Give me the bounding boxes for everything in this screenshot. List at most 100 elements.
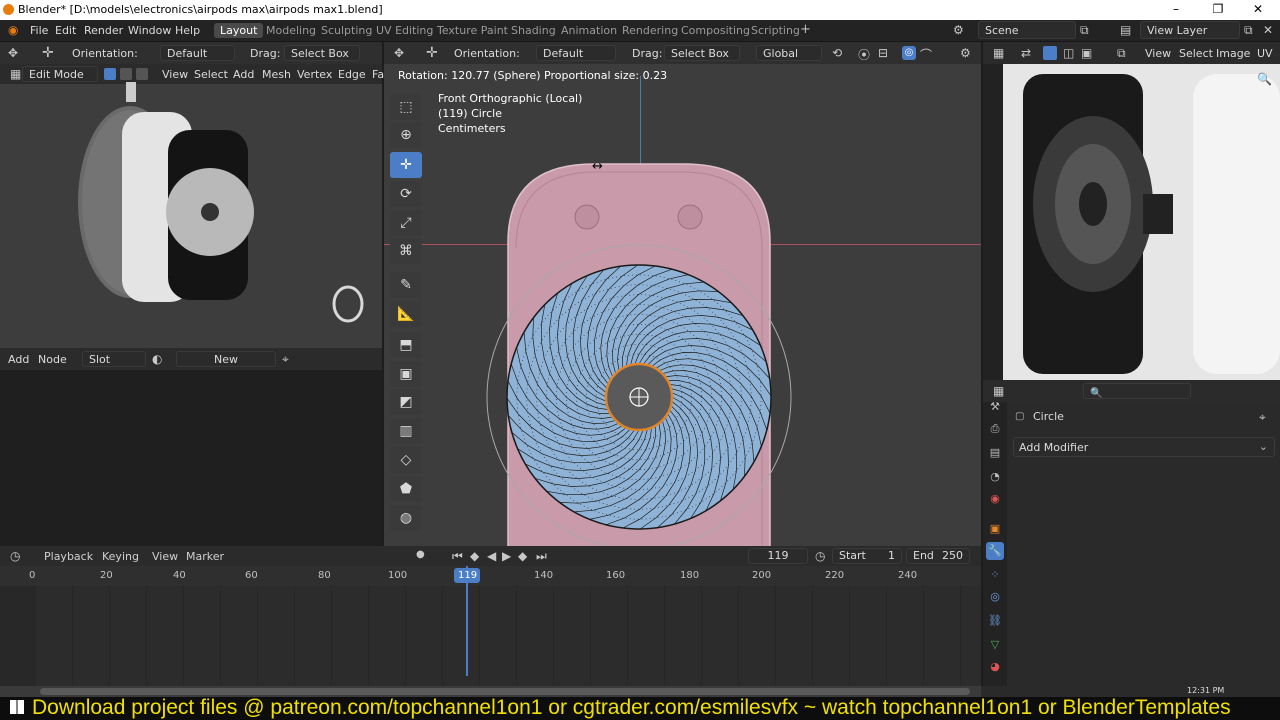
windows-start-icon[interactable] bbox=[10, 700, 24, 714]
move-icon[interactable]: ✛ bbox=[42, 45, 54, 61]
menu-edge[interactable]: Edge bbox=[338, 68, 366, 81]
physics-tab-icon[interactable]: ◎ bbox=[986, 588, 1004, 606]
play-icon[interactable]: ▶ bbox=[502, 549, 511, 563]
timeline-menu-playback[interactable]: Playback bbox=[44, 550, 93, 563]
shader-node-editor[interactable]: Add Node Slot ◐ New ⌖ bbox=[0, 348, 382, 546]
material-tab-icon[interactable]: ◕ bbox=[986, 658, 1004, 676]
orientation-dropdown[interactable]: Default bbox=[160, 45, 235, 61]
image-menu-uv[interactable]: UV bbox=[1257, 47, 1273, 60]
clock-icon[interactable]: ◷ bbox=[10, 549, 20, 563]
pin-icon[interactable]: ⌖ bbox=[282, 352, 289, 367]
scale-tool-button[interactable]: ⤢ bbox=[390, 210, 422, 236]
zoom-icon[interactable]: 🔍 bbox=[1257, 72, 1272, 86]
tab-scripting[interactable]: Scripting bbox=[751, 24, 800, 37]
menu-add[interactable]: Add bbox=[233, 68, 254, 81]
properties-editor[interactable]: ▦ 🔍 ⚒ ⎙ ▤ ◔ ◉ ▣ 🔧 ⁘ ◎ ⛓ ▽ ◕ ▢ Circle ⌖ A… bbox=[983, 380, 1280, 686]
poly-build-tool-button[interactable]: ⬟ bbox=[390, 476, 422, 502]
image-menu-image[interactable]: Image bbox=[1216, 47, 1250, 60]
new-scene-icon[interactable]: ⧉ bbox=[1080, 23, 1089, 38]
bevel-tool-button[interactable]: ◩ bbox=[390, 389, 422, 415]
blender-menu-icon[interactable]: ◉ bbox=[8, 23, 18, 37]
constraints-tab-icon[interactable]: ⛓ bbox=[986, 612, 1004, 630]
left-viewport[interactable]: ✥ ✛ Orientation: Default Drag: Select Bo… bbox=[0, 42, 384, 348]
data-tab-icon[interactable]: ▽ bbox=[986, 636, 1004, 654]
jump-start-icon[interactable]: ⏮ bbox=[452, 549, 463, 564]
prev-keyframe-icon[interactable]: ◆ bbox=[470, 549, 479, 563]
slot-dropdown[interactable]: Slot bbox=[82, 351, 146, 367]
tab-modeling[interactable]: Modeling bbox=[266, 24, 316, 37]
render-tab-icon[interactable]: ⎙ bbox=[986, 420, 1004, 438]
menu-file[interactable]: File bbox=[30, 24, 48, 37]
drag-dropdown[interactable]: Select Box bbox=[284, 45, 360, 61]
move-tool-button[interactable]: ✛ bbox=[390, 152, 422, 178]
timeline-track-area[interactable] bbox=[36, 586, 981, 686]
tab-texture-paint[interactable]: Texture Paint bbox=[437, 24, 508, 37]
scene-field[interactable]: Scene bbox=[978, 21, 1076, 39]
output-tab-icon[interactable]: ▤ bbox=[986, 444, 1004, 462]
face-select-icon[interactable] bbox=[136, 68, 148, 80]
world-tab-icon[interactable]: ◉ bbox=[986, 490, 1004, 508]
transform-tool-button[interactable]: ⌘ bbox=[390, 238, 422, 264]
menu-edit[interactable]: Edit bbox=[55, 24, 76, 37]
close-icon[interactable]: ✕ bbox=[1250, 2, 1266, 18]
face-uv-select-icon[interactable]: ▣ bbox=[1081, 46, 1092, 60]
particles-tab-icon[interactable]: ⁘ bbox=[986, 566, 1004, 584]
inset-tool-button[interactable]: ▣ bbox=[390, 361, 422, 387]
tab-animation[interactable]: Animation bbox=[561, 24, 617, 37]
knife-tool-button[interactable]: ◇ bbox=[390, 447, 422, 473]
menu-vertex[interactable]: Vertex bbox=[297, 68, 332, 81]
edge-uv-select-icon[interactable]: ◫ bbox=[1063, 46, 1074, 60]
object-tab-icon[interactable]: ▣ bbox=[986, 520, 1004, 538]
view-layer-field[interactable]: View Layer bbox=[1140, 21, 1240, 39]
menu-face[interactable]: Fa bbox=[372, 68, 384, 81]
new-view-layer-icon[interactable]: ⧉ bbox=[1244, 23, 1253, 38]
pin-icon[interactable]: ⌖ bbox=[1259, 410, 1266, 425]
start-frame-field[interactable]: Start 1 bbox=[832, 548, 902, 564]
vertex-select-icon[interactable] bbox=[104, 68, 116, 80]
mode-dropdown[interactable]: Edit Mode bbox=[22, 66, 98, 82]
node-menu-node[interactable]: Node bbox=[38, 353, 67, 366]
tab-sculpting[interactable]: Sculpting bbox=[321, 24, 372, 37]
play-reverse-icon[interactable]: ◀ bbox=[487, 549, 496, 563]
menu-select[interactable]: Select bbox=[194, 68, 228, 81]
node-menu-add[interactable]: Add bbox=[8, 353, 29, 366]
measure-tool-button[interactable]: 📐 bbox=[390, 301, 422, 327]
annotate-tool-button[interactable]: ✎ bbox=[390, 272, 422, 298]
timeline-menu-keying[interactable]: Keying bbox=[102, 550, 139, 563]
edge-select-icon[interactable] bbox=[120, 68, 132, 80]
cursor-tool-button[interactable]: ⊕ bbox=[390, 122, 422, 148]
add-modifier-dropdown[interactable]: Add Modifier ⌄ bbox=[1013, 437, 1275, 457]
rotate-tool-button[interactable]: ⟳ bbox=[390, 181, 422, 207]
timeline-menu-view[interactable]: View bbox=[152, 550, 178, 563]
menu-mesh[interactable]: Mesh bbox=[262, 68, 291, 81]
extrude-tool-button[interactable]: ⬒ bbox=[390, 332, 422, 358]
current-frame-field[interactable]: 119 bbox=[748, 548, 808, 564]
jump-end-icon[interactable]: ⏭ bbox=[536, 549, 547, 564]
minimize-icon[interactable]: – bbox=[1168, 2, 1184, 18]
maximize-icon[interactable]: ❐ bbox=[1210, 2, 1226, 18]
editor-type-icon[interactable]: ▦ bbox=[10, 67, 21, 81]
next-keyframe-icon[interactable]: ◆ bbox=[518, 549, 527, 563]
sticky-select-icon[interactable]: ⧉ bbox=[1117, 46, 1126, 61]
end-frame-field[interactable]: End 250 bbox=[906, 548, 970, 564]
tab-rendering[interactable]: Rendering bbox=[622, 24, 678, 37]
main-viewport[interactable]: ✥ ✛ Orientation: Default Drag: Select Bo… bbox=[384, 42, 981, 546]
menu-window[interactable]: Window bbox=[128, 24, 171, 37]
loop-cut-tool-button[interactable]: ▥ bbox=[390, 418, 422, 444]
material-browse-icon[interactable]: ◐ bbox=[152, 352, 162, 366]
transform-tool-icon[interactable]: ✥ bbox=[8, 46, 18, 60]
new-material-button[interactable]: New bbox=[176, 351, 276, 367]
tab-shading[interactable]: Shading bbox=[511, 24, 556, 37]
scrollbar-thumb[interactable] bbox=[40, 688, 970, 695]
image-menu-select[interactable]: Select bbox=[1179, 47, 1213, 60]
spin-tool-button[interactable]: ◍ bbox=[390, 505, 422, 531]
tab-compositing[interactable]: Compositing bbox=[681, 24, 750, 37]
image-menu-view[interactable]: View bbox=[1145, 47, 1171, 60]
timeline-editor[interactable]: ◷ Playback Keying View Marker ● ⏮ ◆ ◀ ▶ … bbox=[0, 546, 981, 686]
record-icon[interactable]: ● bbox=[416, 549, 425, 560]
add-workspace-icon[interactable]: + bbox=[800, 22, 811, 37]
sync-selection-icon[interactable]: ⇄ bbox=[1021, 46, 1031, 60]
menu-render[interactable]: Render bbox=[84, 24, 123, 37]
select-tool-button[interactable]: ⬚ bbox=[390, 94, 422, 120]
modifier-tab-icon[interactable]: 🔧 bbox=[986, 542, 1004, 560]
